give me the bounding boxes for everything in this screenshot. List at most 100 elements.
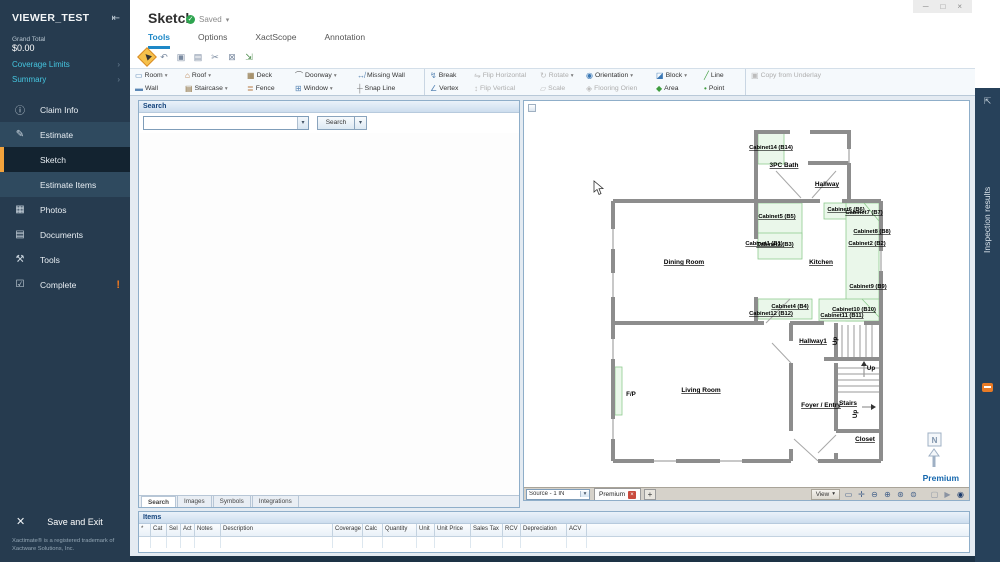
items-column-header[interactable]: Unit: [417, 524, 435, 536]
quick-tool-icon[interactable]: ↶: [157, 50, 171, 64]
zoom-window-icon[interactable]: ⊛: [894, 489, 907, 500]
sidebar-item[interactable]: Estimate Items: [0, 172, 130, 197]
collapse-sidebar-icon[interactable]: ⇤: [112, 13, 120, 24]
view-button[interactable]: View ▾: [811, 489, 840, 500]
inspection-results-dock[interactable]: ⇱ Inspection results: [975, 88, 1000, 562]
items-empty-row[interactable]: [139, 537, 969, 548]
toolbar-button[interactable]: ⌒Doorway▾: [293, 70, 355, 82]
sidebar-item-icon: ⚒: [13, 254, 27, 265]
toolbar-button[interactable]: ┼Snap Line: [355, 83, 421, 95]
minimize-icon[interactable]: ─: [923, 2, 929, 11]
items-column-header[interactable]: Coverage: [333, 524, 363, 536]
sidebar-item-icon: ✎: [13, 129, 27, 140]
items-column-header[interactable]: Cat: [151, 524, 167, 536]
toolbar-button[interactable]: ◉Orientation▾: [584, 70, 654, 82]
items-column-header[interactable]: Quantity: [383, 524, 417, 536]
toolbar-button[interactable]: ◪Block▾: [654, 70, 702, 82]
marquee-zoom-icon[interactable]: ▭: [842, 489, 855, 500]
items-column-header[interactable]: Unit Price: [435, 524, 471, 536]
items-panel: Items *CatSelActNotesDescriptionCoverage…: [138, 511, 970, 553]
items-column-header[interactable]: Act: [181, 524, 195, 536]
toolbar-button[interactable]: ▭Room▾: [133, 70, 183, 82]
items-column-header[interactable]: RCV: [503, 524, 521, 536]
toolbar-button[interactable]: ↯Break: [428, 70, 472, 82]
saved-status[interactable]: ✓ Saved ▾: [186, 15, 229, 24]
add-level-button[interactable]: +: [644, 489, 656, 500]
plan-label: Cabinet5 (B5): [758, 214, 795, 220]
toolbar-group-edit: ↯Break⇋Flip Horizontal↻Rotate▾◉Orientati…: [425, 69, 746, 95]
sidebar-item[interactable]: Sketch: [0, 147, 130, 172]
panel-tab[interactable]: Integrations: [252, 496, 299, 507]
items-column-header[interactable]: ACV: [567, 524, 587, 536]
toolbar-button[interactable]: ╱Line: [702, 70, 742, 82]
canvas-page-icon[interactable]: [528, 104, 536, 112]
page-icon[interactable]: ▢: [928, 489, 941, 500]
quick-tool-icon[interactable]: ▶: [137, 47, 157, 67]
toolbar-group-draw: ▭Room▾⌂Roof▾▦Deck⌒Doorway▾↮Missing Wall …: [130, 69, 425, 95]
sidebar-item[interactable]: ☑ Complete !: [0, 272, 130, 297]
panel-tab[interactable]: Images: [177, 496, 212, 507]
sidebar-link[interactable]: Coverage Limits ›: [0, 57, 130, 72]
maximize-icon[interactable]: □: [940, 2, 945, 11]
plan-label: Hallway1: [799, 338, 827, 345]
sidebar-link[interactable]: Summary ›: [0, 72, 130, 87]
plan-label: Cabinet7 (B7): [845, 210, 882, 216]
level-source-select[interactable]: Source - 1 IN ▾: [526, 489, 590, 500]
zoom-extents-icon[interactable]: ⊜: [907, 489, 920, 500]
save-and-exit-button[interactable]: ✕ Save and Exit: [0, 515, 130, 528]
nav-tab[interactable]: Options: [198, 32, 227, 49]
page-next-icon[interactable]: ▶: [941, 489, 954, 500]
pan-icon[interactable]: ✛: [855, 489, 868, 500]
dropdown-caret-icon: ▾: [630, 73, 633, 79]
dock-pin-icon[interactable]: ⇱: [982, 96, 993, 107]
combo-dropdown-icon[interactable]: ▾: [297, 117, 308, 129]
nav-tab[interactable]: Annotation: [324, 32, 365, 49]
toolbar-button[interactable]: ▬Wall: [133, 83, 183, 95]
close-level-icon[interactable]: ×: [628, 491, 636, 499]
items-column-header[interactable]: Sel: [167, 524, 181, 536]
plan-label: Hallway: [815, 181, 840, 188]
search-button[interactable]: Search: [317, 116, 355, 130]
panel-tab[interactable]: Search: [141, 496, 176, 507]
toolbar-button[interactable]: ◆Area: [654, 83, 702, 95]
nav-tab[interactable]: Tools: [148, 32, 170, 49]
toolbar-button[interactable]: ≣Fence: [245, 83, 293, 95]
globe-icon[interactable]: ◉: [954, 489, 967, 500]
search-input[interactable]: [144, 117, 297, 129]
zoom-out-icon[interactable]: ⊖: [868, 489, 881, 500]
sidebar-item-icon: ▤: [13, 229, 27, 240]
toolbar-button[interactable]: ⊞Window▾: [293, 83, 355, 95]
items-column-header[interactable]: *: [139, 524, 151, 536]
quick-tool-icon[interactable]: ⊠: [225, 50, 239, 64]
toolbar-button[interactable]: ⌂Roof▾: [183, 70, 245, 82]
toolbar-button[interactable]: •Point: [702, 83, 742, 95]
quick-tool-icon[interactable]: ▣: [174, 50, 188, 64]
sidebar-item[interactable]: ⚒ Tools: [0, 247, 130, 272]
items-column-header[interactable]: Notes: [195, 524, 221, 536]
search-button-dropdown-icon[interactable]: ▾: [355, 116, 367, 130]
toolbar-button[interactable]: ▤Staircase▾: [183, 83, 245, 95]
items-column-header[interactable]: Calc: [363, 524, 383, 536]
quick-tool-icon[interactable]: ✂: [208, 50, 222, 64]
items-column-header[interactable]: Sales Tax: [471, 524, 503, 536]
toolbar-button[interactable]: ▦Deck: [245, 70, 293, 82]
items-column-header[interactable]: Depreciation: [521, 524, 567, 536]
sidebar-item[interactable]: ▦ Photos: [0, 197, 130, 222]
quick-tool-icon[interactable]: ⇲: [242, 50, 256, 64]
inspection-badge-icon[interactable]: [982, 383, 993, 392]
close-window-icon[interactable]: ×: [957, 2, 962, 11]
toolbar-button[interactable]: ∠Vertex: [428, 83, 472, 95]
sketch-canvas[interactable]: N Cabinet14 (B14)3PC BathHallwayCabinet5…: [523, 100, 970, 501]
window-icon: ⊞: [295, 85, 302, 93]
sidebar-item[interactable]: ⓘ Claim Info: [0, 97, 130, 122]
nav-tab[interactable]: XactScope: [255, 32, 296, 49]
sidebar-item[interactable]: ▤ Documents: [0, 222, 130, 247]
zoom-in-icon[interactable]: ⊕: [881, 489, 894, 500]
level-tab-premium[interactable]: Premium ×: [594, 488, 641, 500]
panel-tab[interactable]: Symbols: [213, 496, 251, 507]
items-column-header[interactable]: Description: [221, 524, 333, 536]
sidebar-item[interactable]: ✎ Estimate: [0, 122, 130, 147]
search-combobox[interactable]: ▾: [143, 116, 309, 130]
toolbar-button[interactable]: ↮Missing Wall: [355, 70, 421, 82]
quick-tool-icon[interactable]: ▤: [191, 50, 205, 64]
